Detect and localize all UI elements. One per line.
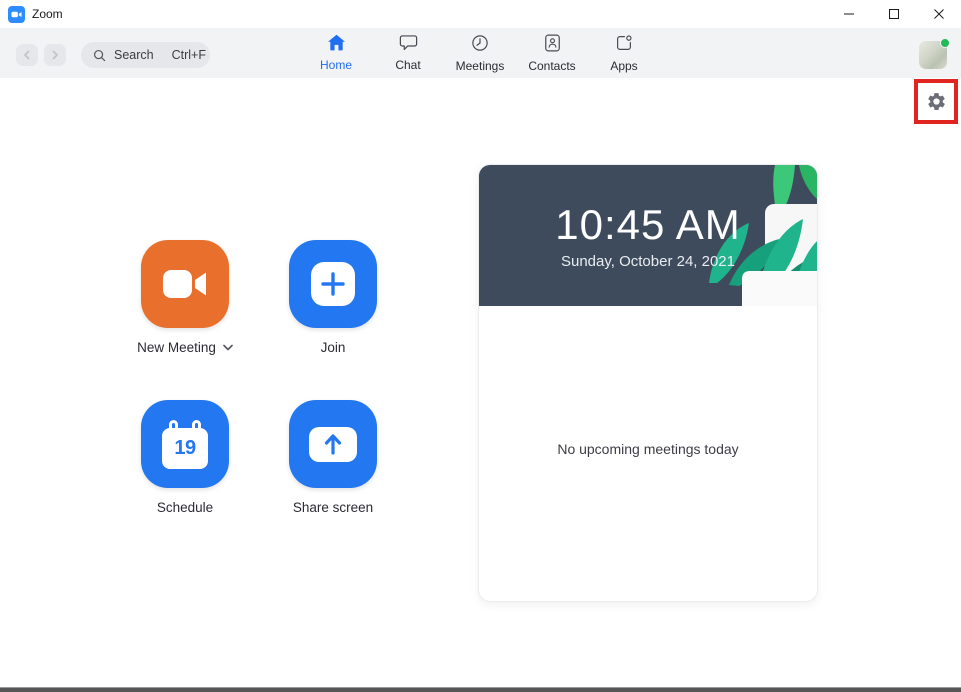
home-icon <box>327 34 346 56</box>
chevron-down-icon[interactable] <box>223 344 233 351</box>
zoom-window: Zoom Search Ctrl+F Home Chat Meetings Co… <box>0 0 961 692</box>
toolbar: Search Ctrl+F Home Chat Meetings Contact… <box>0 28 961 78</box>
time-card: 10:45 AM Sunday, October 24, 2021 <box>479 165 817 306</box>
schedule-button[interactable]: 19 <box>141 400 229 488</box>
clock-icon <box>471 34 489 57</box>
tab-home[interactable]: Home <box>300 28 372 78</box>
tab-apps[interactable]: Apps <box>588 28 660 78</box>
search-shortcut: Ctrl+F <box>171 48 206 62</box>
minimize-button[interactable] <box>826 0 871 28</box>
forward-button[interactable] <box>44 44 66 66</box>
current-time: 10:45 AM <box>555 201 741 248</box>
up-arrow-icon <box>309 426 357 462</box>
gear-icon <box>926 91 947 112</box>
current-date: Sunday, October 24, 2021 <box>560 253 735 270</box>
tab-chat[interactable]: Chat <box>372 28 444 78</box>
presence-dot <box>940 38 950 48</box>
share-screen-button[interactable] <box>289 400 377 488</box>
calendar-icon: 19 <box>162 419 208 469</box>
search-input[interactable]: Search Ctrl+F <box>81 42 210 68</box>
new-meeting-button[interactable] <box>141 240 229 328</box>
window-bottom-edge <box>0 687 961 692</box>
window-controls <box>826 0 961 28</box>
search-placeholder: Search <box>114 48 154 62</box>
tab-meetings-label: Meetings <box>455 58 505 73</box>
maximize-button[interactable] <box>871 0 916 28</box>
join-button[interactable] <box>289 240 377 328</box>
new-meeting-label: New Meeting <box>137 340 216 355</box>
app-identity: Zoom <box>0 5 63 23</box>
search-icon <box>93 49 106 62</box>
tab-contacts-label: Contacts <box>528 58 576 73</box>
close-button[interactable] <box>916 0 961 28</box>
tab-contacts[interactable]: Contacts <box>516 28 588 78</box>
window-title: Zoom <box>32 7 63 21</box>
calendar-day: 19 <box>174 436 196 459</box>
tab-apps-label: Apps <box>610 58 638 73</box>
tab-meetings[interactable]: Meetings <box>444 28 516 78</box>
tab-bar: Home Chat Meetings Contacts Apps <box>300 28 660 78</box>
no-meetings-message: No upcoming meetings today <box>557 441 739 457</box>
tab-chat-label: Chat <box>395 58 421 72</box>
avatar[interactable] <box>919 38 950 69</box>
share-screen-label: Share screen <box>292 500 374 515</box>
plus-icon <box>311 262 355 306</box>
settings-button[interactable] <box>926 91 947 112</box>
settings-highlight-rectangle <box>914 79 958 124</box>
chat-icon <box>399 34 418 56</box>
tab-home-label: Home <box>319 58 352 72</box>
contact-card-icon <box>544 34 561 57</box>
titlebar: Zoom <box>0 0 961 28</box>
meetings-panel: 10:45 AM Sunday, October 24, 2021 No upc… <box>478 164 818 602</box>
apps-icon <box>615 34 633 57</box>
clock-block: 10:45 AM Sunday, October 24, 2021 <box>479 165 817 306</box>
calendar-ring-right <box>192 419 201 430</box>
video-camera-icon <box>162 267 208 301</box>
join-label: Join <box>320 340 346 355</box>
calendar-ring-left <box>169 419 178 430</box>
zoom-app-icon <box>8 5 25 23</box>
back-button[interactable] <box>16 44 38 66</box>
